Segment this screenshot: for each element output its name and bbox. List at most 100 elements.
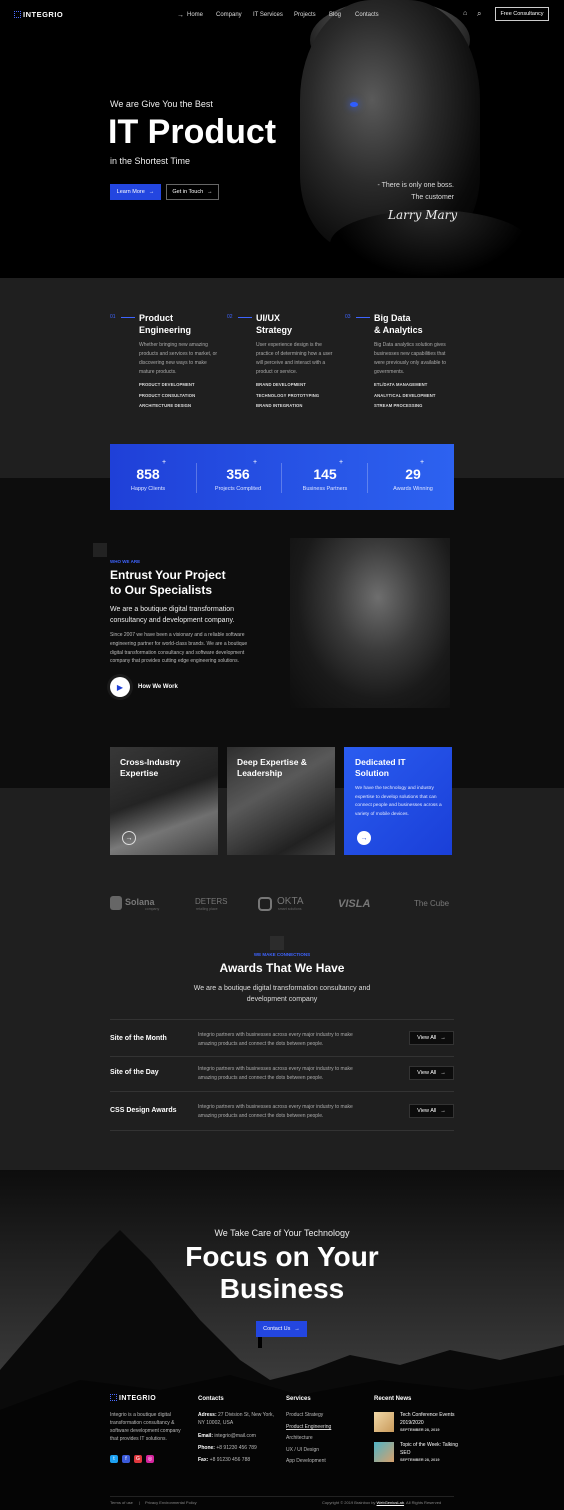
instagram-icon[interactable]: ◎ bbox=[146, 1455, 154, 1463]
footer-service-link[interactable]: App Development bbox=[286, 1457, 326, 1465]
footer-phone[interactable]: Phone: +8 91230 456 789 bbox=[198, 1444, 257, 1452]
play-video-button[interactable]: ▶ bbox=[110, 677, 130, 697]
news-thumbnail[interactable] bbox=[374, 1412, 394, 1432]
service-link[interactable]: TECHNOLOGY PROTOTYPING bbox=[256, 393, 319, 398]
service-link[interactable]: ANALYTICAL DEVELOPMENT bbox=[374, 393, 436, 398]
footer-logo[interactable]: INTEGRIO bbox=[110, 1394, 156, 1402]
stat-label: Business Partners bbox=[302, 486, 348, 492]
hero-eye-glow bbox=[350, 102, 358, 107]
search-icon[interactable]: ⌕ bbox=[477, 9, 481, 19]
partner-logo-deters[interactable]: DETERS bbox=[195, 897, 227, 906]
partner-logo-thecube[interactable]: The Cube bbox=[414, 899, 449, 908]
card-arrow-button[interactable]: → bbox=[357, 831, 371, 845]
footer-fax: Fax: +8 91230 456 788 bbox=[198, 1457, 251, 1463]
privacy-link[interactable]: Privacy Environmental Policy bbox=[145, 1500, 197, 1505]
awards-divider bbox=[110, 1130, 454, 1131]
awards-divider bbox=[110, 1056, 454, 1057]
service-number: 02 bbox=[227, 314, 233, 320]
service-title: Big Data & Analytics bbox=[374, 313, 423, 335]
awards-kicker: WE MAKE CONNECTIONS bbox=[253, 952, 311, 957]
news-title[interactable]: Tech Conference Events 2019/2020 bbox=[400, 1411, 460, 1427]
nav-blog[interactable]: Blog bbox=[329, 12, 341, 18]
twitter-icon[interactable]: t bbox=[110, 1455, 118, 1463]
view-all-button[interactable]: View All → bbox=[409, 1031, 454, 1045]
arrow-right-icon: → bbox=[360, 834, 368, 842]
feature-card-cross-industry[interactable]: Cross-Industry Expertise → bbox=[110, 747, 218, 855]
cta-kicker: We Take Care of Your Technology bbox=[214, 1228, 350, 1238]
facebook-icon[interactable]: f bbox=[122, 1455, 130, 1463]
news-title[interactable]: Topic of the Week: Talking SEO bbox=[400, 1441, 460, 1457]
service-link[interactable]: STREAM PROCESSING bbox=[374, 403, 422, 408]
partner-logo-okta[interactable]: OKTA bbox=[277, 896, 303, 907]
contact-us-button[interactable]: Contact Us → bbox=[256, 1321, 307, 1337]
news-thumbnail[interactable] bbox=[374, 1442, 394, 1462]
partner-logo-visla[interactable]: VISLA bbox=[338, 898, 370, 910]
footer-service-link[interactable]: Product Engineering bbox=[286, 1423, 331, 1431]
learn-more-button[interactable]: Learn More → bbox=[110, 184, 161, 200]
terms-link[interactable]: Terms of use bbox=[110, 1500, 133, 1505]
hero-quote-line2: The customer bbox=[411, 194, 454, 201]
footer-service-link[interactable]: Architecture bbox=[286, 1434, 313, 1442]
feature-card-deep-expertise[interactable]: Deep Expertise & Leadership bbox=[227, 747, 335, 855]
service-link[interactable]: BRAND DEVELOPMENT bbox=[256, 382, 306, 387]
service-link[interactable]: BRAND INTEGRATION bbox=[256, 403, 303, 408]
service-desc: Whether bringing new amazing products an… bbox=[139, 342, 218, 375]
partner-logo-solana[interactable]: Solana bbox=[125, 897, 155, 907]
arrow-right-icon: → bbox=[148, 189, 155, 195]
service-line bbox=[121, 317, 135, 318]
nav-company[interactable]: Company bbox=[216, 12, 242, 18]
hero-section bbox=[0, 0, 564, 278]
stat-value: 858 bbox=[136, 466, 160, 482]
arrow-right-icon: → bbox=[440, 1035, 446, 1041]
footer-address: Adress: 27 Division St, New York, NY 100… bbox=[198, 1412, 274, 1426]
copyright-link[interactable]: WebGeniusLab bbox=[377, 1500, 405, 1505]
stat-value: 29 bbox=[405, 466, 421, 482]
award-name: Site of the Day bbox=[110, 1069, 159, 1076]
card-title: Dedicated IT Solution bbox=[355, 757, 406, 778]
stat-label: Happy Clients bbox=[130, 486, 166, 492]
arrow-right-icon: → bbox=[207, 189, 213, 195]
service-link[interactable]: PRODUCT DEVELOPMENT bbox=[139, 382, 195, 387]
stat-label: Awards Winning bbox=[393, 486, 433, 492]
feature-card-dedicated-it[interactable]: Dedicated IT Solution We have the technol… bbox=[344, 747, 452, 855]
award-desc: Integrio partners with businesses across… bbox=[198, 1066, 353, 1081]
arrow-right-icon: → bbox=[440, 1070, 446, 1076]
view-all-button[interactable]: View All → bbox=[409, 1104, 454, 1118]
free-consultancy-button[interactable]: Free Consultancy bbox=[495, 7, 549, 21]
nav-it-services[interactable]: IT Services bbox=[253, 12, 283, 18]
hero-title: IT Product bbox=[108, 113, 277, 151]
mountain-silhouette bbox=[0, 1170, 564, 1510]
service-link[interactable]: ETL/DATA MANAGEMENT bbox=[374, 382, 427, 387]
site-logo[interactable]: INTEGRIO bbox=[14, 10, 63, 19]
card-arrow-button[interactable]: → bbox=[122, 831, 136, 845]
logo-icon bbox=[110, 1394, 117, 1401]
arrow-right-icon: → bbox=[177, 12, 184, 19]
footer-divider bbox=[110, 1496, 454, 1497]
how-we-work-link[interactable]: How We Work bbox=[138, 684, 178, 690]
service-link[interactable]: ARCHITECTURE DESIGN bbox=[139, 403, 191, 408]
stat-value: 145 bbox=[313, 466, 337, 482]
about-body: Since 2007 we have been a visionary and … bbox=[110, 632, 248, 665]
awards-title: Awards That We Have bbox=[219, 961, 345, 975]
nav-home[interactable]: Home bbox=[187, 12, 203, 18]
service-link[interactable]: PRODUCT CONSULTATION bbox=[139, 393, 195, 398]
service-desc: User experience design is the practice o… bbox=[256, 342, 333, 375]
solana-logo-icon bbox=[110, 896, 122, 910]
nav-projects[interactable]: Projects bbox=[294, 12, 316, 18]
bag-icon[interactable]: ⌂ bbox=[463, 10, 467, 17]
footer-service-link[interactable]: Product Strategy bbox=[286, 1411, 323, 1419]
google-plus-icon[interactable]: G bbox=[134, 1455, 142, 1463]
play-icon: ▶ bbox=[116, 682, 124, 692]
stat-plus: + bbox=[339, 459, 344, 466]
copyright: Copyright © 2019 Brainbox by WebGeniusLa… bbox=[322, 1500, 442, 1505]
logo-icon bbox=[14, 11, 21, 18]
footer-email[interactable]: Email: integrio@mail.com bbox=[198, 1432, 256, 1440]
get-in-touch-button[interactable]: Get in Touch → bbox=[166, 184, 219, 200]
view-all-button[interactable]: View All → bbox=[409, 1066, 454, 1080]
nav-contacts[interactable]: Contacts bbox=[355, 12, 379, 18]
news-date: SEPTEMBER 28, 2019 bbox=[400, 1458, 440, 1462]
about-photo bbox=[290, 538, 450, 708]
footer-service-link[interactable]: UX / UI Design bbox=[286, 1446, 319, 1454]
partner-logo-okta-sub: smart solutions bbox=[278, 907, 302, 911]
cta-title: Focus on Your Business bbox=[185, 1241, 379, 1304]
